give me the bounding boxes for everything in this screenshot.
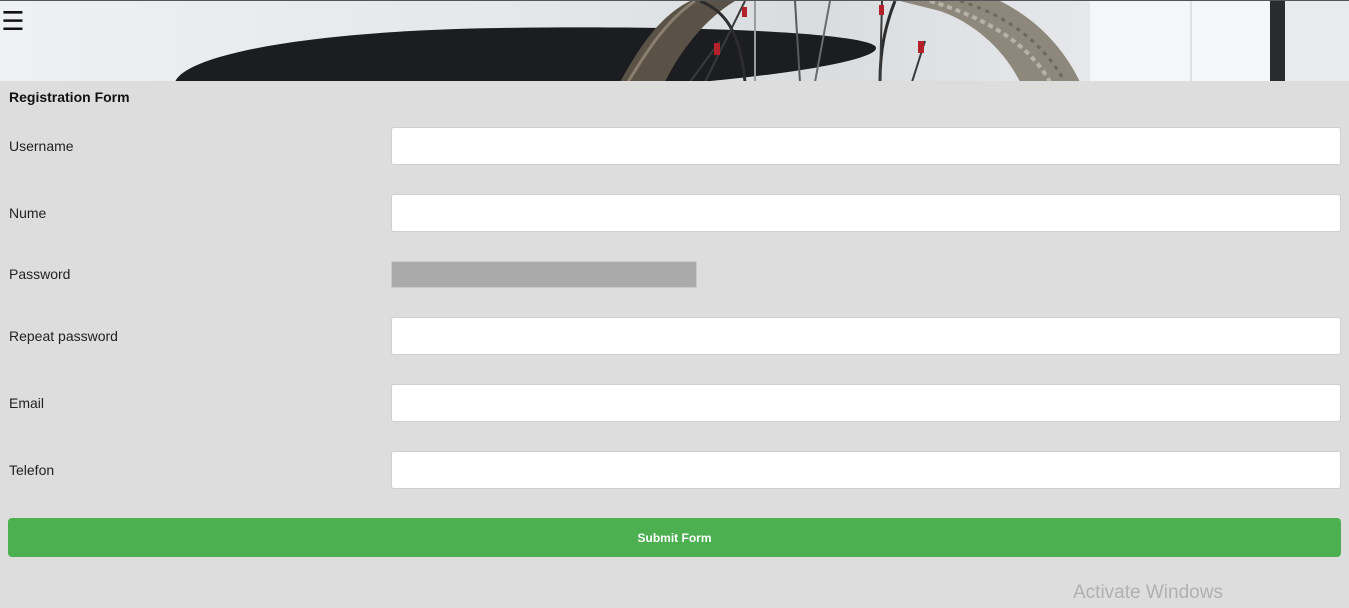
username-input[interactable] — [391, 127, 1341, 165]
email-input[interactable] — [391, 384, 1341, 422]
password-input[interactable] — [391, 261, 697, 288]
repeat-password-label: Repeat password — [9, 328, 118, 344]
registration-page: ☰ Registration Form Username Nume Passwo… — [0, 0, 1349, 608]
header-banner: ☰ — [0, 0, 1349, 81]
banner-dark-disc — [175, 27, 877, 81]
banner-window-light — [1090, 1, 1270, 81]
nume-input[interactable] — [391, 194, 1341, 232]
form-title: Registration Form — [9, 89, 130, 105]
banner-tyre-right — [900, 1, 1080, 81]
nume-label: Nume — [9, 205, 47, 221]
hamburger-menu-button[interactable]: ☰ — [0, 6, 26, 38]
submit-form-button[interactable]: Submit Form — [8, 518, 1341, 557]
telefon-label: Telefon — [9, 462, 55, 478]
banner-bicycle-image — [175, 1, 1349, 81]
repeat-password-input[interactable] — [391, 317, 1341, 355]
username-label: Username — [9, 138, 74, 154]
hamburger-menu-icon: ☰ — [1, 7, 25, 37]
telefon-input[interactable] — [391, 451, 1341, 489]
submit-form-label: Submit Form — [637, 530, 712, 545]
password-label: Password — [9, 266, 71, 282]
email-label: Email — [9, 395, 45, 411]
activate-windows-watermark: Activate Windows — [1073, 582, 1223, 603]
